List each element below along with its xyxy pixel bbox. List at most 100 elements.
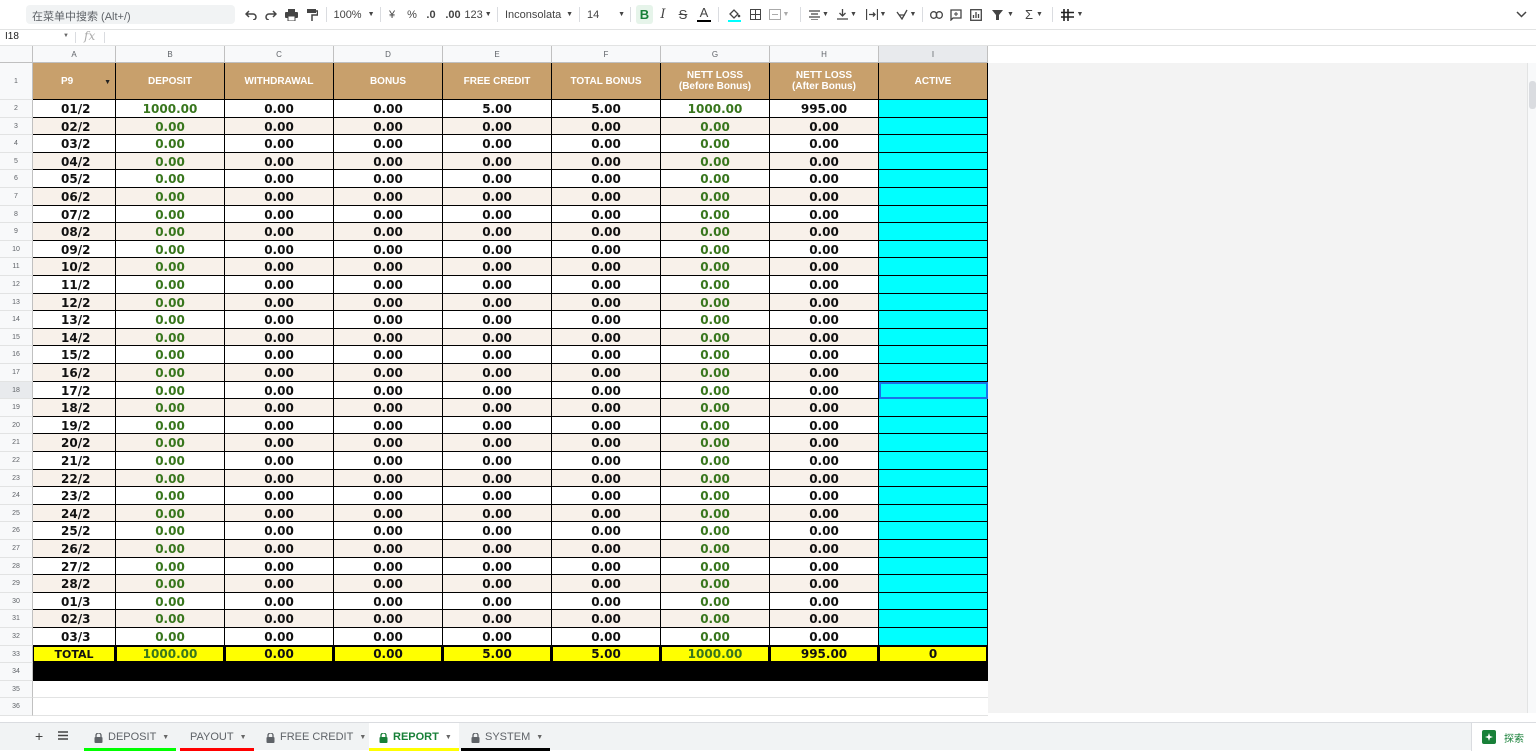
header-cell[interactable]: WITHDRAWAL [225,63,334,100]
row-header[interactable]: 15 [0,328,33,347]
table-cell[interactable]: 11/2 [33,276,116,294]
table-cell[interactable]: 0.00 [443,364,552,382]
table-cell[interactable]: 0.00 [443,628,552,646]
table-cell[interactable]: 0.00 [552,117,661,136]
table-cell[interactable]: 23/2 [33,487,116,505]
table-cell[interactable]: 0.00 [334,276,443,294]
table-cell[interactable]: 0.00 [443,135,552,153]
table-cell[interactable]: 0.00 [661,610,770,628]
table-cell[interactable]: 0.00 [225,416,334,435]
total-cell[interactable]: 995.00 [770,645,879,664]
table-cell[interactable] [879,152,988,171]
table-cell[interactable]: 01/3 [33,592,116,611]
table-cell[interactable]: 0.00 [334,100,443,118]
table-cell[interactable] [879,328,988,347]
table-cell[interactable]: 20/2 [33,434,116,452]
add-sheet-icon[interactable]: + [35,729,43,743]
table-cell[interactable]: 27/2 [33,557,116,576]
table-cell[interactable]: 0.00 [552,504,661,523]
table-cell[interactable]: 0.00 [116,628,225,646]
table-cell[interactable]: 0.00 [225,223,334,241]
redo-icon[interactable] [263,5,279,24]
table-cell[interactable]: 0.00 [334,434,443,452]
table-cell[interactable]: 19/2 [33,416,116,435]
table-cell[interactable]: 07/2 [33,205,116,224]
table-cell[interactable]: 15/2 [33,346,116,364]
table-cell[interactable]: 0.00 [225,188,334,206]
column-header-c[interactable]: C [225,46,334,63]
column-header-e[interactable]: E [443,46,552,63]
table-cell[interactable]: 0.00 [443,152,552,171]
table-cell[interactable]: 0.00 [116,487,225,505]
table-cell[interactable]: 0.00 [770,170,879,188]
row-header[interactable]: 36 [0,698,33,716]
table-cell[interactable]: 0.00 [770,504,879,523]
table-cell[interactable]: 0.00 [770,205,879,224]
table-cell[interactable]: 02/3 [33,610,116,628]
table-cell[interactable]: 0.00 [225,364,334,382]
table-cell[interactable]: 0.00 [225,152,334,171]
table-cell[interactable]: 0.00 [552,293,661,312]
table-cell[interactable]: 0.00 [770,311,879,329]
row-header[interactable]: 2 [0,100,33,118]
all-sheets-icon[interactable] [58,731,68,743]
table-cell[interactable]: 0.00 [661,311,770,329]
column-header-g[interactable]: G [661,46,770,63]
table-cell[interactable]: 0.00 [443,205,552,224]
header-cell[interactable]: NETT LOSS (Before Bonus) [661,63,770,100]
table-cell[interactable]: 0.00 [116,381,225,400]
table-cell[interactable] [879,311,988,329]
table-cell[interactable]: 0.00 [661,188,770,206]
paint-format-icon[interactable] [304,5,320,24]
chevron-down-icon[interactable]: ▼ [162,734,169,741]
table-cell[interactable]: 21/2 [33,452,116,470]
table-cell[interactable]: 0.00 [116,557,225,576]
row-header[interactable]: 9 [0,223,33,241]
table-cell[interactable]: 0.00 [443,487,552,505]
table-cell[interactable]: 0.00 [334,540,443,558]
table-cell[interactable]: 0.00 [770,328,879,347]
table-cell[interactable]: 0.00 [552,240,661,259]
sheet-tab-payout[interactable]: PAYOUT ▼ [180,723,254,751]
table-cell[interactable]: 0.00 [443,522,552,540]
table-cell[interactable]: 24/2 [33,504,116,523]
table-cell[interactable] [879,240,988,259]
table-cell[interactable]: 5.00 [443,100,552,118]
table-cell[interactable]: 0.00 [116,170,225,188]
vertical-scrollbar[interactable] [1527,63,1536,713]
table-cell[interactable] [879,170,988,188]
table-cell[interactable]: 0.00 [552,346,661,364]
total-cell[interactable]: 0.00 [334,645,443,664]
table-cell[interactable]: 10/2 [33,258,116,276]
table-cell[interactable]: 0.00 [552,381,661,400]
table-cell[interactable]: 0.00 [116,504,225,523]
row-header[interactable]: 7 [0,188,33,206]
table-cell[interactable]: 25/2 [33,522,116,540]
table-cell[interactable]: 26/2 [33,540,116,558]
filter-icon[interactable]: ▼ [990,5,1016,24]
table-cell[interactable]: 0.00 [116,240,225,259]
header-cell[interactable]: BONUS [334,63,443,100]
table-cell[interactable]: 0.00 [443,293,552,312]
table-cell[interactable]: 0.00 [334,522,443,540]
table-cell[interactable]: 0.00 [225,557,334,576]
table-cell[interactable]: 0.00 [225,434,334,452]
currency-button[interactable]: ¥ [386,5,398,24]
table-cell[interactable] [879,135,988,153]
table-cell[interactable]: 0.00 [334,170,443,188]
name-box[interactable]: I18 [5,31,19,42]
table-cell[interactable]: 0.00 [116,293,225,312]
table-cell[interactable]: 0.00 [443,469,552,488]
table-cell[interactable]: 08/2 [33,223,116,241]
table-cell[interactable]: 0.00 [443,170,552,188]
table-cell[interactable]: 0.00 [443,416,552,435]
table-cell[interactable]: 0.00 [443,540,552,558]
table-cell[interactable]: 0.00 [661,557,770,576]
table-cell[interactable]: 0.00 [552,575,661,593]
row-header[interactable]: 8 [0,205,33,224]
table-cell[interactable]: 995.00 [770,100,879,118]
table-cell[interactable]: 0.00 [770,381,879,400]
table-cell[interactable] [879,434,988,452]
table-cell[interactable]: 0.00 [661,469,770,488]
row-header[interactable]: 10 [0,240,33,259]
